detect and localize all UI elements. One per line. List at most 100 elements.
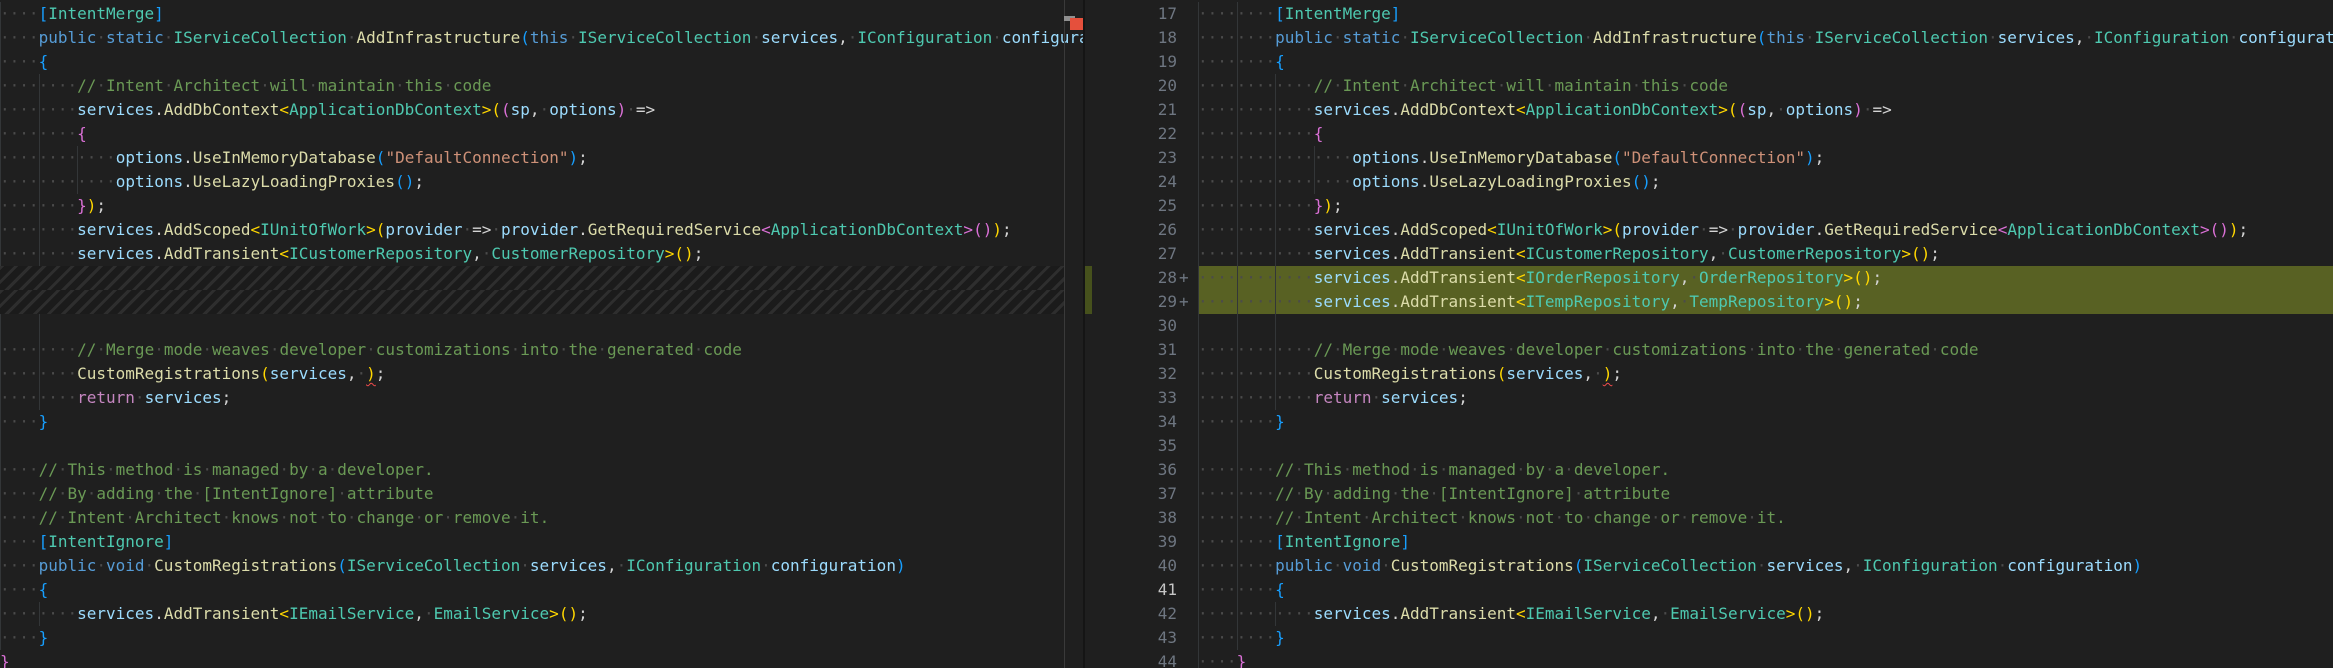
code-line[interactable]	[0, 314, 1083, 338]
line-number[interactable]: 42	[1085, 602, 1177, 626]
whitespace-dot: ·	[19, 532, 29, 551]
code-line[interactable]: 39 ········[IntentIgnore]	[1085, 530, 2333, 554]
code-line[interactable]: 22 ············{	[1085, 122, 2333, 146]
line-number[interactable]: 43	[1085, 626, 1177, 650]
code-token: (	[520, 28, 530, 47]
code-line[interactable]: ········CustomRegistrations(services,·);	[0, 362, 1083, 386]
code-line[interactable]: 18 ········public·static·IServiceCollecti…	[1085, 26, 2333, 50]
line-number[interactable]: 28	[1085, 266, 1177, 290]
line-number[interactable]: 41	[1085, 578, 1177, 602]
line-number[interactable]: 27	[1085, 242, 1177, 266]
code-line[interactable]: 21 ············services.AddDbContext<Appl…	[1085, 98, 2333, 122]
line-number[interactable]: 20	[1085, 74, 1177, 98]
line-number[interactable]: 31	[1085, 338, 1177, 362]
code-line[interactable]: ····//·This·method·is·managed·by·a·devel…	[0, 458, 1083, 482]
whitespace-dot: ·	[423, 604, 434, 623]
code-line[interactable]: 32 ············CustomRegistrations(servic…	[1085, 362, 2333, 386]
code-line[interactable]: ····//·Intent·Architect·knows·not·to·cha…	[0, 506, 1083, 530]
code-line[interactable]: ············options.UseInMemoryDatabase(…	[0, 146, 1083, 170]
code-line[interactable]: ····[IntentMerge]	[0, 2, 1083, 26]
code-line[interactable]: ····}	[0, 410, 1083, 434]
line-number[interactable]: 24	[1085, 170, 1177, 194]
code-line[interactable]: ········services.AddTransient<IEmailServ…	[0, 602, 1083, 626]
code-line[interactable]: 17 ········[IntentMerge]	[1085, 2, 2333, 26]
code-token: =>	[635, 100, 656, 119]
code-line[interactable]: }	[0, 650, 1083, 668]
diff-left-pane-original[interactable]: ····[IntentMerge] ····public·static·IServ…	[0, 0, 1083, 668]
line-number[interactable]: 18	[1085, 26, 1177, 50]
code-line[interactable]: 44 ····}	[1085, 650, 2333, 668]
code-line[interactable]: 25 ············});	[1085, 194, 2333, 218]
overview-ruler[interactable]	[1064, 0, 1084, 668]
code-line[interactable]: ····//·By·adding·the·[IntentIgnore]·attr…	[0, 482, 1083, 506]
code-line[interactable]: 27 ············services.AddTransient<ICus…	[1085, 242, 2333, 266]
line-number[interactable]: 35	[1085, 434, 1177, 458]
whitespace-dot: ·	[1217, 148, 1227, 167]
whitespace-dot: ·	[1284, 364, 1295, 383]
line-number[interactable]: 17	[1085, 2, 1177, 26]
code-line[interactable]: ····}	[0, 626, 1083, 650]
line-number[interactable]: 40	[1085, 554, 1177, 578]
code-line[interactable]: 34 ········}	[1085, 410, 2333, 434]
code-line[interactable]: 37 ········//·By·adding·the·[IntentIgnore…	[1085, 482, 2333, 506]
code-line[interactable]: ········services.AddDbContext<Applicatio…	[0, 98, 1083, 122]
code-line[interactable]: 23 ················options.UseInMemoryDat…	[1085, 146, 2333, 170]
line-number[interactable]: 44	[1085, 650, 1177, 668]
line-number[interactable]: 19	[1085, 50, 1177, 74]
code-line[interactable]: ····[IntentIgnore]	[0, 530, 1083, 554]
code-line[interactable]: ····{	[0, 50, 1083, 74]
code-line[interactable]	[0, 434, 1083, 458]
code-line[interactable]: ········return·services;	[0, 386, 1083, 410]
code-line[interactable]: 31 ············//·Merge·mode·weaves·devel…	[1085, 338, 2333, 362]
code-line-content	[0, 314, 1083, 338]
line-number[interactable]: 21	[1085, 98, 1177, 122]
code-line[interactable]: 24 ················options.UseLazyLoading…	[1085, 170, 2333, 194]
code-line[interactable]: 41 ········{	[1085, 578, 2333, 602]
code-token: return	[77, 388, 135, 407]
code-line[interactable]: ············options.UseLazyLoadingProxie…	[0, 170, 1083, 194]
line-number[interactable]: 29	[1085, 290, 1177, 314]
whitespace-dot: ·	[1265, 100, 1276, 119]
line-number[interactable]: 23	[1085, 146, 1177, 170]
code-line[interactable]: 20 ············//·Intent·Architect·will·m…	[1085, 74, 2333, 98]
code-line[interactable]: ····{	[0, 578, 1083, 602]
line-number[interactable]: 26	[1085, 218, 1177, 242]
code-line[interactable]: 38 ········//·Intent·Architect·knows·not·…	[1085, 506, 2333, 530]
code-line[interactable]: 28 + ············services.AddTransient<IOr…	[1085, 266, 2333, 290]
code-token: ]	[1400, 532, 1410, 551]
line-number[interactable]: 39	[1085, 530, 1177, 554]
line-number[interactable]: 37	[1085, 482, 1177, 506]
code-line[interactable]: 26 ············services.AddScoped<IUnitOf…	[1085, 218, 2333, 242]
code-token: //	[1275, 484, 1295, 503]
code-line[interactable]: 43 ········}	[1085, 626, 2333, 650]
code-line[interactable]: ········services.AddTransient<ICustomerR…	[0, 242, 1083, 266]
code-line[interactable]: ········//·Intent·Architect·will·maintai…	[0, 74, 1083, 98]
code-line[interactable]: ········services.AddScoped<IUnitOfWork>(…	[0, 218, 1083, 242]
line-number[interactable]: 36	[1085, 458, 1177, 482]
code-line[interactable]: ····public·void·CustomRegistrations(ISer…	[0, 554, 1083, 578]
line-number[interactable]: 22	[1085, 122, 1177, 146]
diff-right-pane-modified[interactable]: 17 ········[IntentMerge] 18 ········public·…	[1085, 0, 2333, 668]
line-number[interactable]: 32	[1085, 362, 1177, 386]
diff-filler-row[interactable]	[0, 290, 1064, 314]
code-line[interactable]: ········{	[0, 122, 1083, 146]
code-line[interactable]: ········//·Merge·mode·weaves·developer·c…	[0, 338, 1083, 362]
code-line[interactable]: ········});	[0, 194, 1083, 218]
code-line[interactable]: 30	[1085, 314, 2333, 338]
code-line[interactable]: 40 ········public·void·CustomRegistration…	[1085, 554, 2333, 578]
code-line[interactable]: 29 + ············services.AddTransient<ITe…	[1085, 290, 2333, 314]
indent-guide	[38, 314, 40, 338]
code-line[interactable]: 33 ············return·services;	[1085, 386, 2333, 410]
diff-filler-row[interactable]	[0, 266, 1064, 290]
code-line[interactable]: ····public·static·IServiceCollection·Add…	[0, 26, 1083, 50]
code-line[interactable]: 42 ············services.AddTransient<IEma…	[1085, 602, 2333, 626]
whitespace-dot: ·	[9, 508, 20, 527]
code-line[interactable]: 35	[1085, 434, 2333, 458]
line-number[interactable]: 33	[1085, 386, 1177, 410]
line-number[interactable]: 25	[1085, 194, 1177, 218]
code-line[interactable]: 36 ········//·This·method·is·managed·by·a…	[1085, 458, 2333, 482]
line-number[interactable]: 30	[1085, 314, 1177, 338]
line-number[interactable]: 38	[1085, 506, 1177, 530]
line-number[interactable]: 34	[1085, 410, 1177, 434]
code-line[interactable]: 19 ········{	[1085, 50, 2333, 74]
